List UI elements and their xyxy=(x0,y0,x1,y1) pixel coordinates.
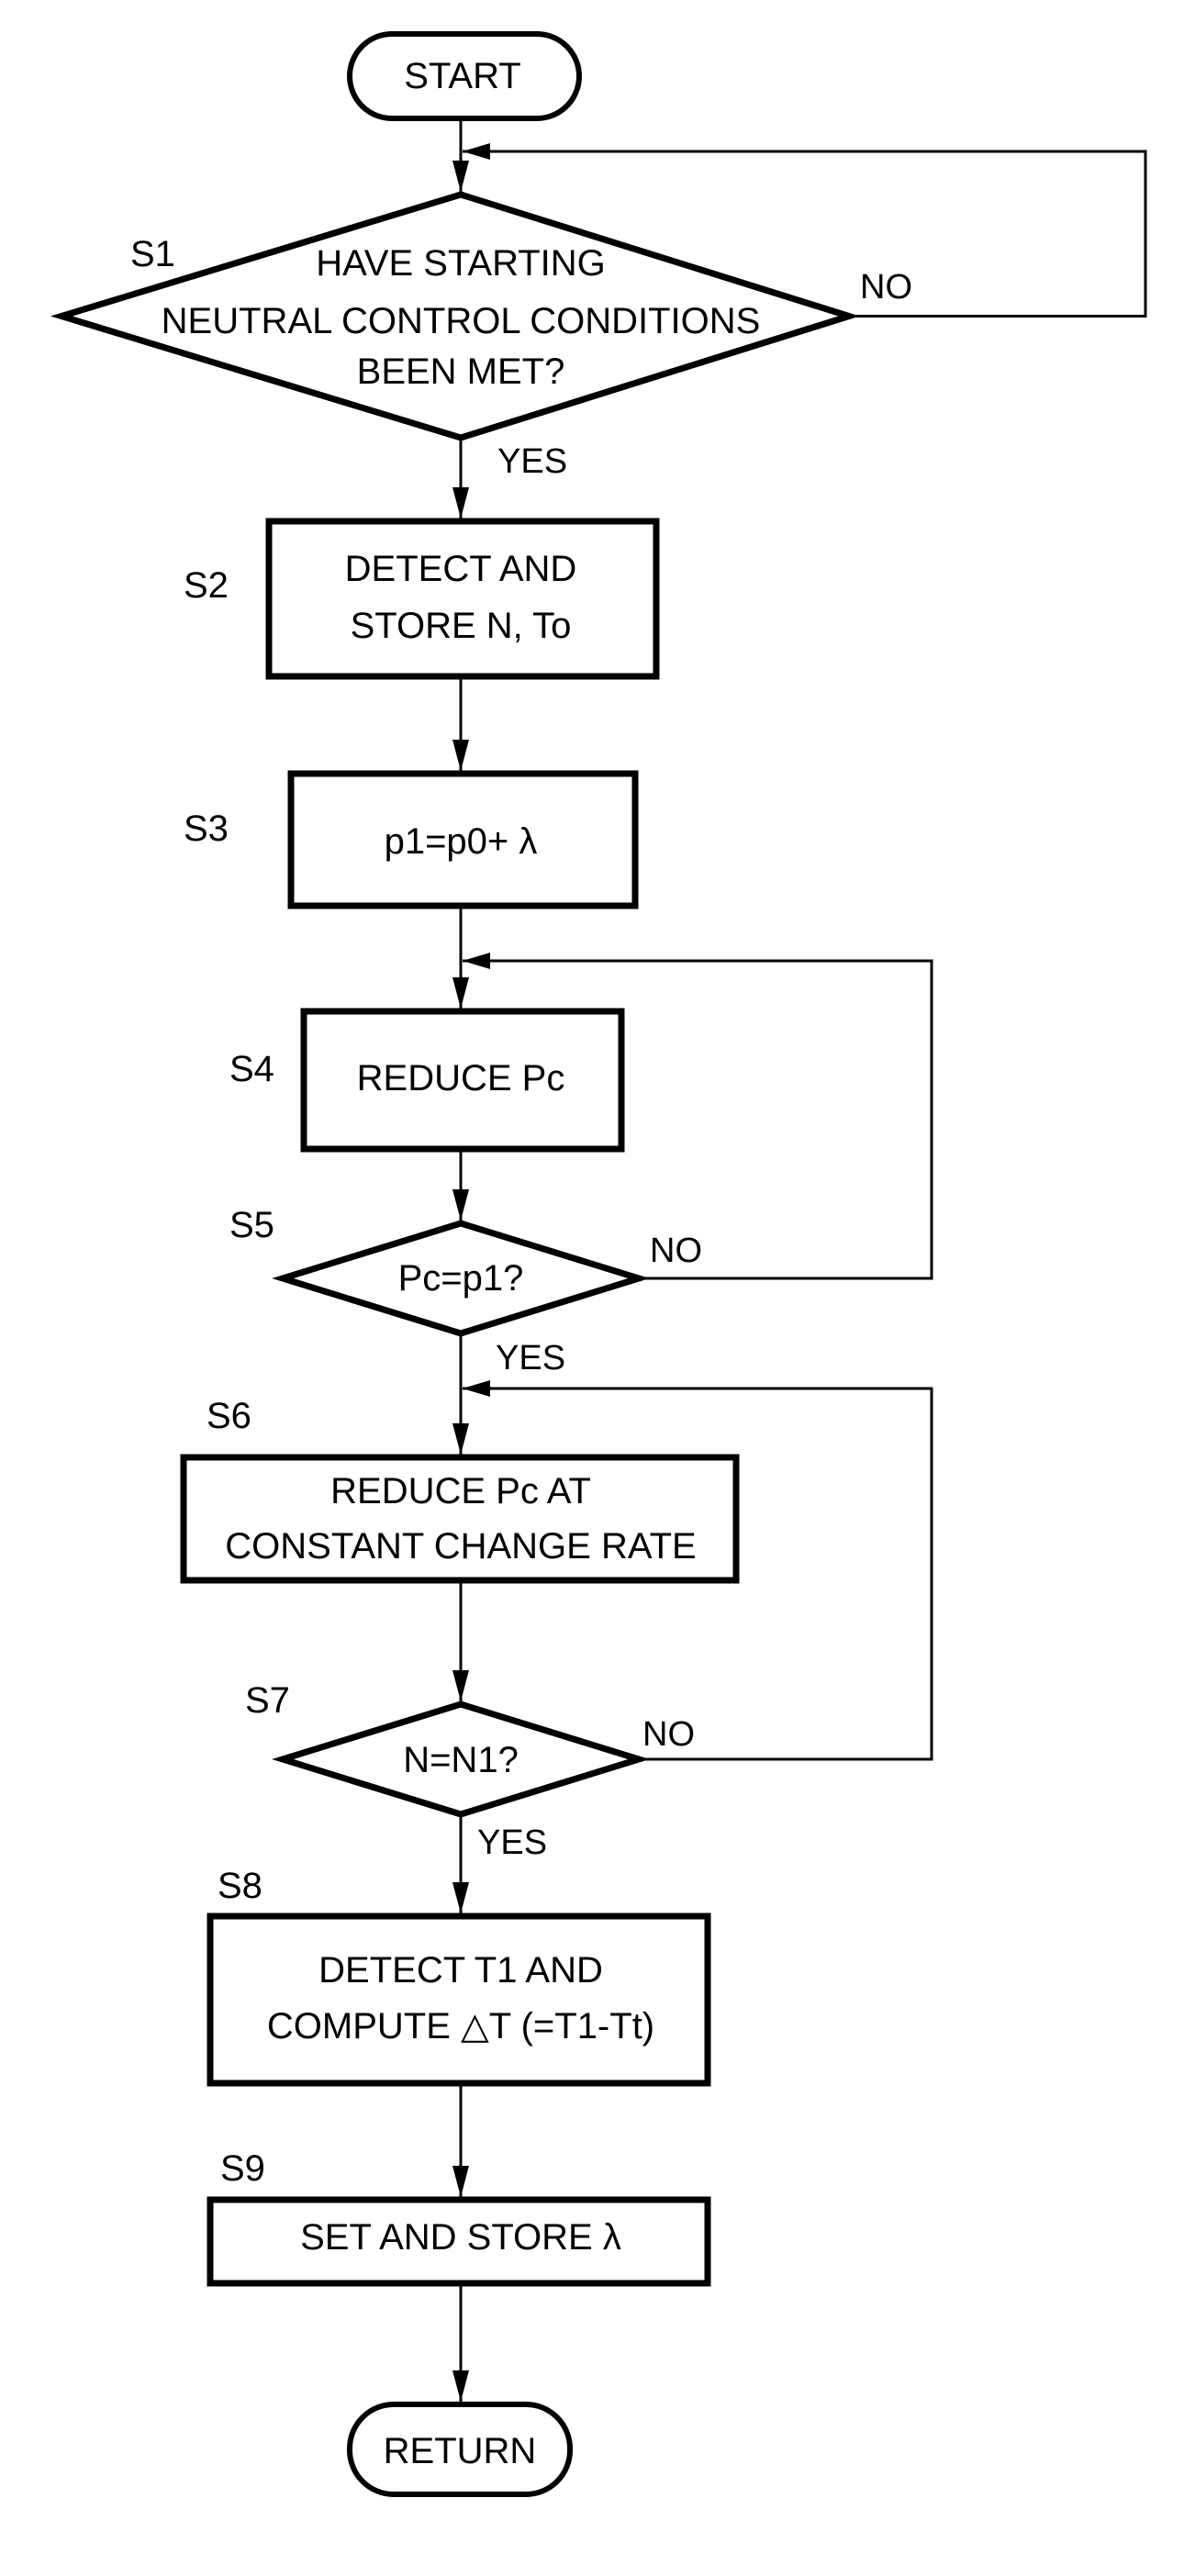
yes-branch-label: YES xyxy=(477,1823,547,1862)
step-s3: S3 p1=p0+ λ xyxy=(184,770,639,909)
arrowhead-down-icon xyxy=(452,161,469,192)
arrowhead-down-icon xyxy=(452,2370,469,2402)
step-id-label: S1 xyxy=(130,234,175,274)
arrowhead-down-icon xyxy=(452,1670,469,1701)
arrowhead-left-icon xyxy=(463,1380,490,1397)
arrowhead-down-icon xyxy=(452,1423,469,1455)
step-text-line: REDUCE Pc xyxy=(357,1058,565,1098)
step-text-line: NEUTRAL CONTROL CONDITIONS xyxy=(162,301,761,341)
arrowhead-down-icon xyxy=(452,977,469,1009)
arrowhead-down-icon xyxy=(452,1882,469,1913)
arrowhead-down-icon xyxy=(452,487,469,519)
step-text-line: COMPUTE △T (=T1-Tt) xyxy=(267,2006,654,2046)
step-id-label: S4 xyxy=(229,1049,274,1089)
step-text-line: CONSTANT CHANGE RATE xyxy=(225,1526,696,1567)
no-branch-label: NO xyxy=(650,1232,702,1270)
start-terminal: START xyxy=(347,31,582,121)
start-label: START xyxy=(404,56,520,96)
arrowhead-down-icon xyxy=(452,740,469,771)
process-box xyxy=(265,518,660,680)
step-s7: S7 N=N1? YES NO xyxy=(245,1680,695,1862)
step-s4: S4 REDUCE Pc xyxy=(229,1008,625,1153)
arrowhead-down-icon xyxy=(452,1189,469,1221)
arrowhead-left-icon xyxy=(463,953,490,969)
step-s5: S5 Pc=p1? YES NO xyxy=(229,1205,702,1377)
no-branch-label: NO xyxy=(642,1715,695,1754)
step-text-line: STORE N, To xyxy=(351,606,572,646)
step-s1: S1 HAVE STARTING NEUTRAL CONTROL CONDITION… xyxy=(50,191,912,481)
no-branch-label: NO xyxy=(860,268,912,307)
step-text-line: BEEN MET? xyxy=(357,351,565,392)
flowchart: START S1 HAVE STARTING NEUTRAL CONTROL COND… xyxy=(50,31,1147,2497)
step-text-line: DETECT T1 AND xyxy=(318,1950,603,1991)
arrowhead-left-icon xyxy=(463,143,490,160)
yes-branch-label: YES xyxy=(497,442,567,481)
step-id-label: S8 xyxy=(218,1866,262,1906)
flow-nodes: START S1 HAVE STARTING NEUTRAL CONTROL COND… xyxy=(50,31,912,2497)
step-id-label: S6 xyxy=(207,1396,251,1436)
step-text-line: HAVE STARTING xyxy=(316,243,606,284)
step-text-line: REDUCE Pc AT xyxy=(330,1471,591,1511)
step-s2: S2 DETECT AND STORE N, To xyxy=(184,518,660,680)
step-id-label: S2 xyxy=(184,565,229,606)
yes-branch-label: YES xyxy=(496,1339,565,1377)
return-label: RETURN xyxy=(384,2431,537,2471)
step-text-line: p1=p0+ λ xyxy=(385,821,538,862)
step-id-label: S9 xyxy=(220,2148,265,2189)
step-id-label: S5 xyxy=(229,1205,274,1245)
step-text-line: SET AND STORE λ xyxy=(300,2217,621,2258)
step-text-line: N=N1? xyxy=(403,1740,519,1780)
arrowhead-down-icon xyxy=(452,2166,469,2197)
step-text-line: DETECT AND xyxy=(345,549,577,589)
step-text-line: Pc=p1? xyxy=(398,1258,524,1299)
process-box xyxy=(207,1912,711,2087)
step-id-label: S7 xyxy=(245,1680,290,1721)
step-id-label: S3 xyxy=(184,808,229,849)
return-terminal: RETURN xyxy=(347,2402,573,2497)
